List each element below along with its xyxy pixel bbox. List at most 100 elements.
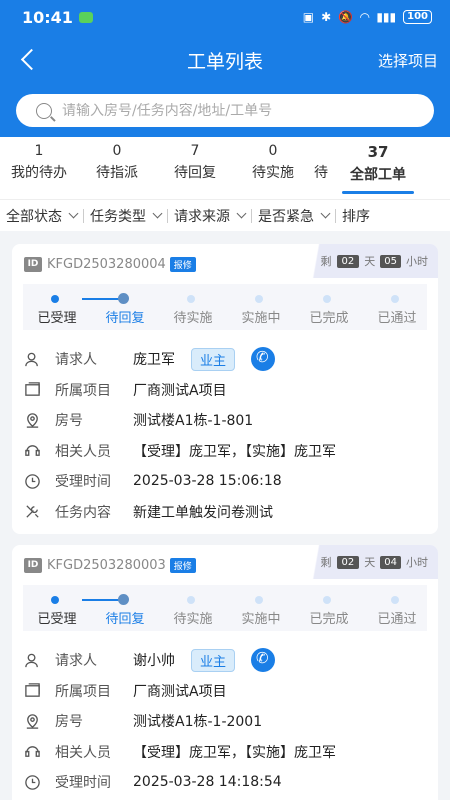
mute-icon: 🔕 [338,10,354,24]
step-dot [323,596,331,604]
status-time: 10:41 [22,7,73,27]
filter-status[interactable]: 全部状态 [0,206,83,226]
clock-icon [25,473,40,489]
filter-task-type[interactable]: 任务类型 [84,206,167,226]
row-project: 所属项目 厂商测试A项目 [24,375,438,406]
step-dot [255,596,263,604]
folder-icon [25,382,40,397]
step-dot [51,596,59,604]
accept-time: 2025-03-28 15:06:18 [133,473,282,490]
row-room: 房号 测试楼A1栋-1-2001 [24,706,438,737]
tab-my-todo[interactable]: 1 我的待办 [0,137,78,199]
requester-name: 谢小帅 [133,653,175,670]
id-icon: ID [24,256,42,272]
app-header: 10:41 ▣ ✱ 🔕 ◠ ▮▮▮ 100 工单列表 选择项目 [0,0,450,137]
card-header: ID KFGD2503280004 报修 剩 02 天 05 小时 [12,244,438,284]
remaining-hours: 04 [380,555,401,569]
task-content: 新建工单触发问卷测试 [133,504,273,521]
tab-all-orders[interactable]: 37 全部工单 [342,137,414,199]
remaining-days: 02 [336,555,360,569]
bluetooth-icon: ✱ [321,10,332,24]
order-number: KFGD2503280003 [47,557,166,573]
tab-pending-assign[interactable]: 0 待指派 [78,137,156,199]
step-dot [187,596,195,604]
repair-tag: 报修 [169,256,196,272]
row-time: 受理时间 2025-03-28 14:18:54 [24,767,438,798]
chevron-down-icon [236,208,247,219]
person-icon [25,653,38,667]
status-icons: ▣ ✱ 🔕 ◠ ▮▮▮ 100 [303,10,432,24]
remaining-hours: 05 [380,254,401,268]
wifi-icon: ◠ [360,10,370,24]
battery-icon: 100 [403,10,432,24]
repair-tag: 报修 [169,557,196,573]
tab-truncated[interactable]: 待 [312,137,342,199]
headset-icon [25,445,40,457]
filter-sort[interactable]: 排序 [336,206,376,226]
folder-icon [25,683,40,698]
work-order-card[interactable]: ID KFGD2503280004 报修 剩 02 天 05 小时 已受理 待回… [12,244,438,534]
search-icon [36,102,52,119]
clock-icon [25,774,40,790]
headset-icon [25,746,40,758]
order-details: 请求人 庞卫军 业主 所属项目 厂商测试A项目 房号 测试楼A1栋-1-801 … [12,330,438,527]
step-dot [51,295,59,303]
filter-urgent[interactable]: 是否紧急 [252,206,335,226]
select-project-button[interactable]: 选择项目 [378,50,438,71]
tools-icon [26,505,39,518]
requester-name: 庞卫军 [133,352,175,369]
row-people: 相关人员 【受理】庞卫军，【实施】庞卫军 [24,436,438,467]
status-bar: 10:41 ▣ ✱ 🔕 ◠ ▮▮▮ 100 [0,0,450,34]
related-people: 【受理】庞卫军，【实施】庞卫军 [133,443,336,460]
nav-bar: 工单列表 选择项目 [0,34,450,86]
step-dot [187,295,195,303]
row-project: 所属项目 厂商测试A项目 [24,676,438,707]
tab-pending-implement[interactable]: 0 待实施 [234,137,312,199]
remaining-time: 剩 02 天 05 小时 [298,244,438,278]
row-content: 任务内容 新建工单触发问卷测试 [24,497,438,528]
owner-badge: 业主 [191,648,236,672]
row-room: 房号 测试楼A1栋-1-801 [24,405,438,436]
nfc-icon: ▣ [302,10,315,24]
phone-icon[interactable] [251,347,276,372]
chevron-down-icon [152,208,163,219]
status-tabs: 1 我的待办 0 待指派 7 待回复 0 待实施 待 37 全部工单 [0,137,450,199]
remaining-time: 剩 02 天 04 小时 [298,545,438,579]
remaining-days: 02 [336,254,360,268]
phone-icon[interactable] [251,648,276,673]
row-requester: 请求人 谢小帅 业主 [24,645,438,676]
step-dot [118,594,129,605]
row-time: 受理时间 2025-03-28 15:06:18 [24,466,438,497]
step-dot [391,295,399,303]
tab-pending-reply[interactable]: 7 待回复 [156,137,234,199]
step-dot [323,295,331,303]
location-icon [26,713,39,729]
owner-badge: 业主 [191,347,236,371]
project-name: 厂商测试A项目 [133,683,227,700]
row-people: 相关人员 【受理】庞卫军，【实施】庞卫军 [24,737,438,768]
wechat-icon [78,11,93,23]
person-icon [25,352,38,366]
room-number: 测试楼A1栋-1-801 [133,413,254,430]
search-bar[interactable] [16,94,434,127]
card-header: ID KFGD2503280003 报修 剩 02 天 04 小时 [12,545,438,585]
progress-steps: 已受理 待回复 待实施 实施中 已完成 已通过 [23,284,427,330]
search-input[interactable] [62,102,434,119]
id-icon: ID [24,557,42,573]
progress-steps: 已受理 待回复 待实施 实施中 已完成 已通过 [23,585,427,631]
order-number: KFGD2503280004 [47,256,166,272]
signal-icon: ▮▮▮ [376,10,397,24]
row-requester: 请求人 庞卫军 业主 [24,344,438,375]
filter-bar: 全部状态 任务类型 请求来源 是否紧急 排序 [0,199,450,231]
accept-time: 2025-03-28 14:18:54 [133,774,282,791]
step-dot [118,293,129,304]
room-number: 测试楼A1栋-1-2001 [133,714,263,731]
order-details: 请求人 谢小帅 业主 所属项目 厂商测试A项目 房号 测试楼A1栋-1-2001… [12,631,438,798]
chevron-down-icon [320,208,331,219]
chevron-down-icon [68,208,79,219]
location-icon [26,412,39,428]
filter-source[interactable]: 请求来源 [168,206,251,226]
work-order-card[interactable]: ID KFGD2503280003 报修 剩 02 天 04 小时 已受理 待回… [12,545,438,800]
step-dot [391,596,399,604]
step-dot [255,295,263,303]
